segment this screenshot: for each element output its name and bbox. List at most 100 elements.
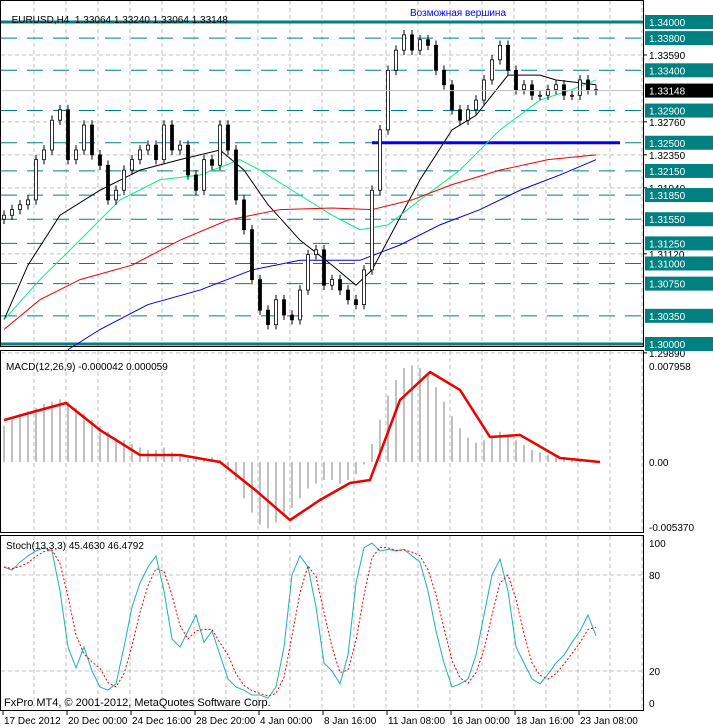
- candle-body: [50, 119, 54, 151]
- stoch-title: Stoch(13,3,3) 45.4630 46.4792: [6, 541, 144, 552]
- candle-body: [250, 229, 254, 281]
- candle-body: [258, 279, 262, 311]
- stoch-main-line: [3, 542, 597, 699]
- candle-body: [338, 279, 342, 291]
- candle-body: [66, 109, 70, 161]
- candle-body: [378, 129, 382, 191]
- level-label: 1.33800: [649, 34, 686, 45]
- macd-title: MACD(12,26,9) -0.000042 0.000059: [6, 362, 168, 373]
- macd-axis-label: 0.00: [649, 458, 669, 469]
- time-axis-label: 28 Dec 20:00: [196, 716, 256, 727]
- time-axis-label: 11 Jan 08:00: [388, 716, 446, 727]
- candle-body: [170, 124, 174, 151]
- candle-body: [482, 79, 486, 101]
- level-label: 1.33400: [649, 66, 686, 77]
- candle-body: [490, 59, 494, 81]
- level-label: 1.31000: [649, 260, 686, 271]
- candle-body: [122, 169, 126, 191]
- candle-body: [106, 164, 110, 201]
- stoch-signal-line: [3, 546, 597, 697]
- price-axis-label: 1.33590: [649, 51, 686, 62]
- candle-body: [18, 204, 22, 210]
- candle-body: [290, 314, 294, 321]
- candle-body: [514, 69, 518, 91]
- candle-body: [410, 34, 414, 51]
- level-label: 1.32150: [649, 167, 686, 178]
- level-label: 1.31550: [649, 215, 686, 226]
- stoch-axis-label: 20: [649, 667, 661, 678]
- level-label: 1.31250: [649, 239, 686, 250]
- candle-body: [98, 154, 102, 166]
- price-axis-label: 1.32760: [649, 118, 686, 129]
- candle-body: [314, 249, 318, 256]
- symbol-label: EURUSD,H4: [11, 15, 70, 26]
- stoch-axis-label: 100: [649, 539, 666, 550]
- candle-body: [466, 109, 470, 121]
- candle-body: [426, 39, 430, 46]
- candle-body: [42, 149, 46, 161]
- candle-body: [146, 144, 150, 151]
- time-axis-label: 8 Jan 16:00: [324, 716, 377, 727]
- candle-body: [114, 189, 118, 201]
- stoch-axis-label: 80: [649, 571, 661, 582]
- candle-body: [354, 299, 358, 305]
- level-label: 1.30750: [649, 280, 686, 291]
- time-axis-label: 18 Jan 16:00: [516, 716, 574, 727]
- level-label: 1.31850: [649, 191, 686, 202]
- candle-body: [26, 199, 30, 206]
- time-axis-label: 17 Dec 2012: [4, 716, 61, 727]
- candle-body: [394, 49, 398, 71]
- level-label: 1.34000: [649, 18, 686, 29]
- candle-body: [154, 144, 158, 161]
- macd-axis-label: 0.007958: [649, 362, 691, 373]
- time-axis-label: 20 Dec 00:00: [68, 716, 128, 727]
- candle-body: [370, 189, 374, 271]
- candle-body: [538, 94, 542, 97]
- time-axis-label: 23 Jan 08:00: [580, 716, 638, 727]
- candle-body: [306, 254, 310, 291]
- candle-body: [34, 159, 38, 201]
- candle-body: [178, 144, 182, 151]
- candle-body: [506, 44, 510, 71]
- candle-body: [162, 124, 166, 161]
- time-axis-label: 4 Jan 00:00: [260, 716, 313, 727]
- candle-body: [138, 149, 142, 161]
- candle-body: [74, 149, 78, 161]
- level-label: 1.32900: [649, 107, 686, 118]
- annotation-label: Возможная вершина: [410, 8, 507, 19]
- candle-body: [82, 124, 86, 151]
- candle-body: [234, 149, 238, 201]
- copyright-footer: FxPro MT4, © 2001-2012, MetaQuotes Softw…: [4, 697, 271, 709]
- candle-body: [498, 44, 502, 61]
- candle-body: [226, 124, 230, 151]
- candle-body: [58, 109, 62, 121]
- time-axis-label: 16 Jan 00:00: [452, 716, 510, 727]
- stoch-axis-label: 0: [649, 699, 655, 710]
- macd-axis-label: -0.005370: [649, 523, 694, 534]
- level-label: 1.30350: [649, 312, 686, 323]
- candle-body: [570, 94, 574, 97]
- candle-body: [130, 159, 134, 171]
- chart-header: EURUSD,H4 1.33064 1.33240 1.33064 1.3314…: [6, 4, 228, 26]
- price-axis-label: 1.32350: [649, 151, 686, 162]
- candle-body: [266, 309, 270, 326]
- candle-body: [186, 144, 190, 176]
- candle-body: [194, 174, 198, 191]
- candle-body: [274, 299, 278, 326]
- macd-signal-line: [3, 370, 601, 522]
- current-price-label: 1.33148: [649, 87, 686, 98]
- candle-body: [218, 124, 222, 166]
- candle-body: [242, 199, 246, 231]
- candle-body: [386, 69, 390, 131]
- candle-body: [442, 69, 446, 86]
- candle-body: [458, 109, 462, 121]
- level-label: 1.32500: [649, 139, 686, 150]
- candle-body: [402, 34, 406, 51]
- candle-body: [202, 159, 206, 191]
- candle-body: [282, 299, 286, 316]
- candle-body: [298, 289, 302, 321]
- candle-body: [346, 289, 350, 301]
- time-axis-label: 24 Dec 16:00: [132, 716, 192, 727]
- candle-body: [474, 99, 478, 111]
- candle-body: [522, 84, 526, 91]
